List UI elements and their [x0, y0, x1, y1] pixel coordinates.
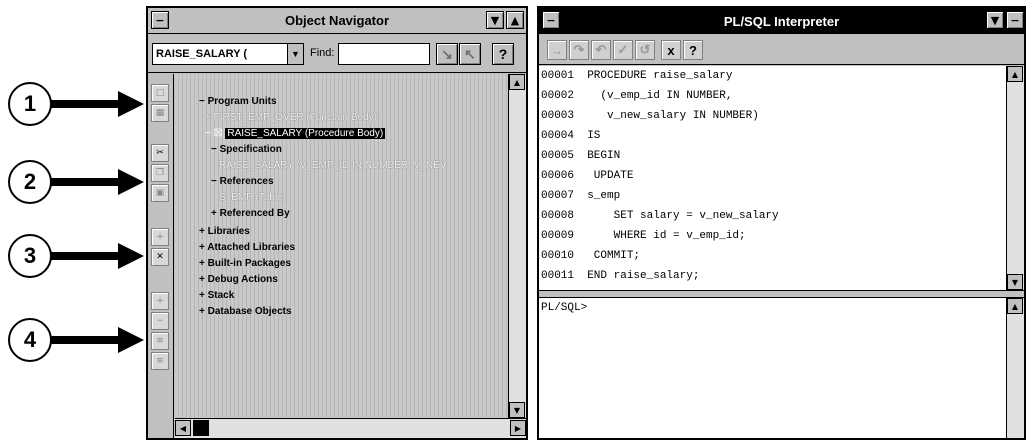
code-line: 00004 IS	[541, 130, 601, 142]
object-navigator-window: − Object Navigator ▼ ▲ RAISE_SALARY ( ▼ …	[146, 6, 528, 440]
selected-node-label: RAISE_SALARY (Procedure Body)	[225, 128, 386, 139]
restore-button[interactable]: −	[1006, 11, 1024, 29]
callout-number: 1	[8, 82, 52, 126]
find-label: Find:	[310, 47, 335, 59]
code-line: 00002 (v_emp_id IN NUMBER,	[541, 90, 733, 102]
code-line: 00007 s_emp	[541, 190, 621, 202]
command-prompt: PL/SQL>	[541, 302, 588, 314]
tree-node[interactable]: + Stack	[199, 290, 234, 301]
tree-node[interactable]: − Specification	[211, 144, 282, 155]
arrow-right-icon	[50, 243, 144, 269]
cut-icon[interactable]: ✂	[151, 144, 169, 162]
code-line: 00003 v_new_salary IN NUMBER)	[541, 110, 759, 122]
tree-node[interactable]: + Built-in Packages	[199, 258, 291, 269]
find-input[interactable]	[338, 43, 430, 65]
help-icon[interactable]: ?	[683, 40, 703, 60]
expand-icon: − ☒	[205, 128, 226, 139]
copy-icon[interactable]: ❐	[151, 164, 169, 182]
search-backward-button[interactable]: ↖	[459, 43, 481, 65]
reset-icon[interactable]: ↺	[635, 40, 655, 60]
tree-node[interactable]: − Program Units	[199, 96, 277, 107]
tree-node[interactable]: RAISE_SALARY (V_EMP_ID IN NUMBER, V_NEV	[219, 160, 447, 171]
object-tree: − Program Units + FIRST_EMP_OVER (Functi…	[175, 74, 508, 418]
search-forward-button[interactable]: ↘	[436, 43, 458, 65]
arrow-right-icon	[50, 91, 144, 117]
minimize-button[interactable]: ▼	[486, 11, 504, 29]
collapse-icon[interactable]: −	[151, 312, 169, 330]
screenshot-root: 1 2 3 4 − Object Navigator ▼ ▲ RAISE_SAL…	[0, 0, 1032, 446]
open-icon[interactable]: □	[151, 84, 169, 102]
callout-3: 3	[6, 234, 146, 278]
navigator-vertical-scrollbar[interactable]: ▲ ▼	[508, 74, 526, 418]
save-icon[interactable]: ▦	[151, 104, 169, 122]
code-line: 00011 END raise_salary;	[541, 270, 700, 282]
go-icon[interactable]: ✓	[613, 40, 633, 60]
tree-node[interactable]: S_EMP (Table)	[219, 192, 286, 203]
callout-number: 3	[8, 234, 52, 278]
plsql-interpreter-window: − PL/SQL Interpreter ▼ − → ↷ ↶ ✓ ↺ x ? 0…	[537, 6, 1026, 440]
interpreter-titlebar[interactable]: − PL/SQL Interpreter ▼ −	[539, 8, 1024, 34]
callout-2: 2	[6, 160, 146, 204]
command-vertical-scrollbar[interactable]: ▲	[1006, 298, 1024, 438]
navigator-toolbar: RAISE_SALARY ( ▼ Find: ↘ ↖ ?	[148, 35, 526, 73]
scroll-down-icon[interactable]: ▼	[509, 402, 525, 418]
scroll-down-icon[interactable]: ▼	[1007, 274, 1023, 290]
code-line: 00006 UPDATE	[541, 170, 634, 182]
scroll-up-icon[interactable]: ▲	[1007, 66, 1023, 82]
interpreter-title: PL/SQL Interpreter	[723, 13, 840, 29]
maximize-button[interactable]: ▲	[506, 11, 524, 29]
pane-splitter[interactable]	[539, 290, 1024, 298]
help-button[interactable]: ?	[492, 43, 514, 65]
step-into-icon[interactable]: →	[547, 40, 567, 60]
tree-node[interactable]: + Debug Actions	[199, 274, 278, 285]
step-out-icon[interactable]: ↶	[591, 40, 611, 60]
paste-icon[interactable]: ▣	[151, 184, 169, 202]
scroll-thumb[interactable]	[193, 420, 209, 436]
collapse-all-icon[interactable]: ≡	[151, 352, 169, 370]
context-combo[interactable]: RAISE_SALARY ( ▼	[152, 43, 304, 65]
source-vertical-scrollbar[interactable]: ▲ ▼	[1006, 66, 1024, 290]
source-pane[interactable]: 00001 PROCEDURE raise_salary 00002 (v_em…	[539, 66, 1006, 290]
callout-number: 4	[8, 318, 52, 362]
tree-node[interactable]: + FIRST_EMP_OVER (Function Body)	[205, 112, 377, 123]
chevron-down-icon[interactable]: ▼	[287, 44, 303, 64]
scroll-up-icon[interactable]: ▲	[1007, 298, 1023, 314]
expand-all-icon[interactable]: ≡	[151, 332, 169, 350]
scroll-up-icon[interactable]: ▲	[509, 74, 525, 90]
tree-node[interactable]: + Referenced By	[211, 208, 290, 219]
tree-node[interactable]: + Database Objects	[199, 306, 292, 317]
navigator-titlebar[interactable]: − Object Navigator ▼ ▲	[148, 8, 526, 34]
system-menu-button[interactable]: −	[542, 11, 560, 29]
step-over-icon[interactable]: ↷	[569, 40, 589, 60]
callout-4: 4	[6, 318, 146, 362]
tree-node-selected[interactable]: − ☒ RAISE_SALARY (Procedure Body)	[205, 128, 386, 139]
code-line: 00005 BEGIN	[541, 150, 621, 162]
navigator-title: Object Navigator	[284, 13, 390, 28]
arrow-right-icon	[50, 169, 144, 195]
system-menu-button[interactable]: −	[151, 11, 169, 29]
code-line: 00009 WHERE id = v_emp_id;	[541, 230, 746, 242]
tree-node[interactable]: − References	[211, 176, 274, 187]
close-icon[interactable]: x	[661, 40, 681, 60]
code-line: 00010 COMMIT;	[541, 250, 641, 262]
create-icon[interactable]: +	[151, 228, 169, 246]
arrow-right-icon	[50, 327, 144, 353]
command-pane[interactable]: PL/SQL>	[539, 298, 1006, 438]
callout-number: 2	[8, 160, 52, 204]
callout-1: 1	[6, 82, 146, 126]
code-line: 00008 SET salary = v_new_salary	[541, 210, 779, 222]
expand-icon[interactable]: +	[151, 292, 169, 310]
tree-node[interactable]: + Attached Libraries	[199, 242, 295, 253]
scroll-left-icon[interactable]: ◀	[175, 420, 191, 436]
navigator-side-toolbar: □ ▦ ✂ ❐ ▣ + ✕ + − ≡ ≡	[148, 74, 174, 438]
minimize-button[interactable]: ▼	[986, 11, 1004, 29]
navigator-horizontal-scrollbar[interactable]: ◀ ▶	[175, 418, 526, 438]
scroll-right-icon[interactable]: ▶	[510, 420, 526, 436]
tree-node[interactable]: + Libraries	[199, 226, 250, 237]
delete-icon[interactable]: ✕	[151, 248, 169, 266]
code-line: 00001 PROCEDURE raise_salary	[541, 70, 733, 82]
context-value: RAISE_SALARY (	[156, 48, 248, 60]
interpreter-toolbar: → ↷ ↶ ✓ ↺ x ?	[539, 35, 1024, 65]
